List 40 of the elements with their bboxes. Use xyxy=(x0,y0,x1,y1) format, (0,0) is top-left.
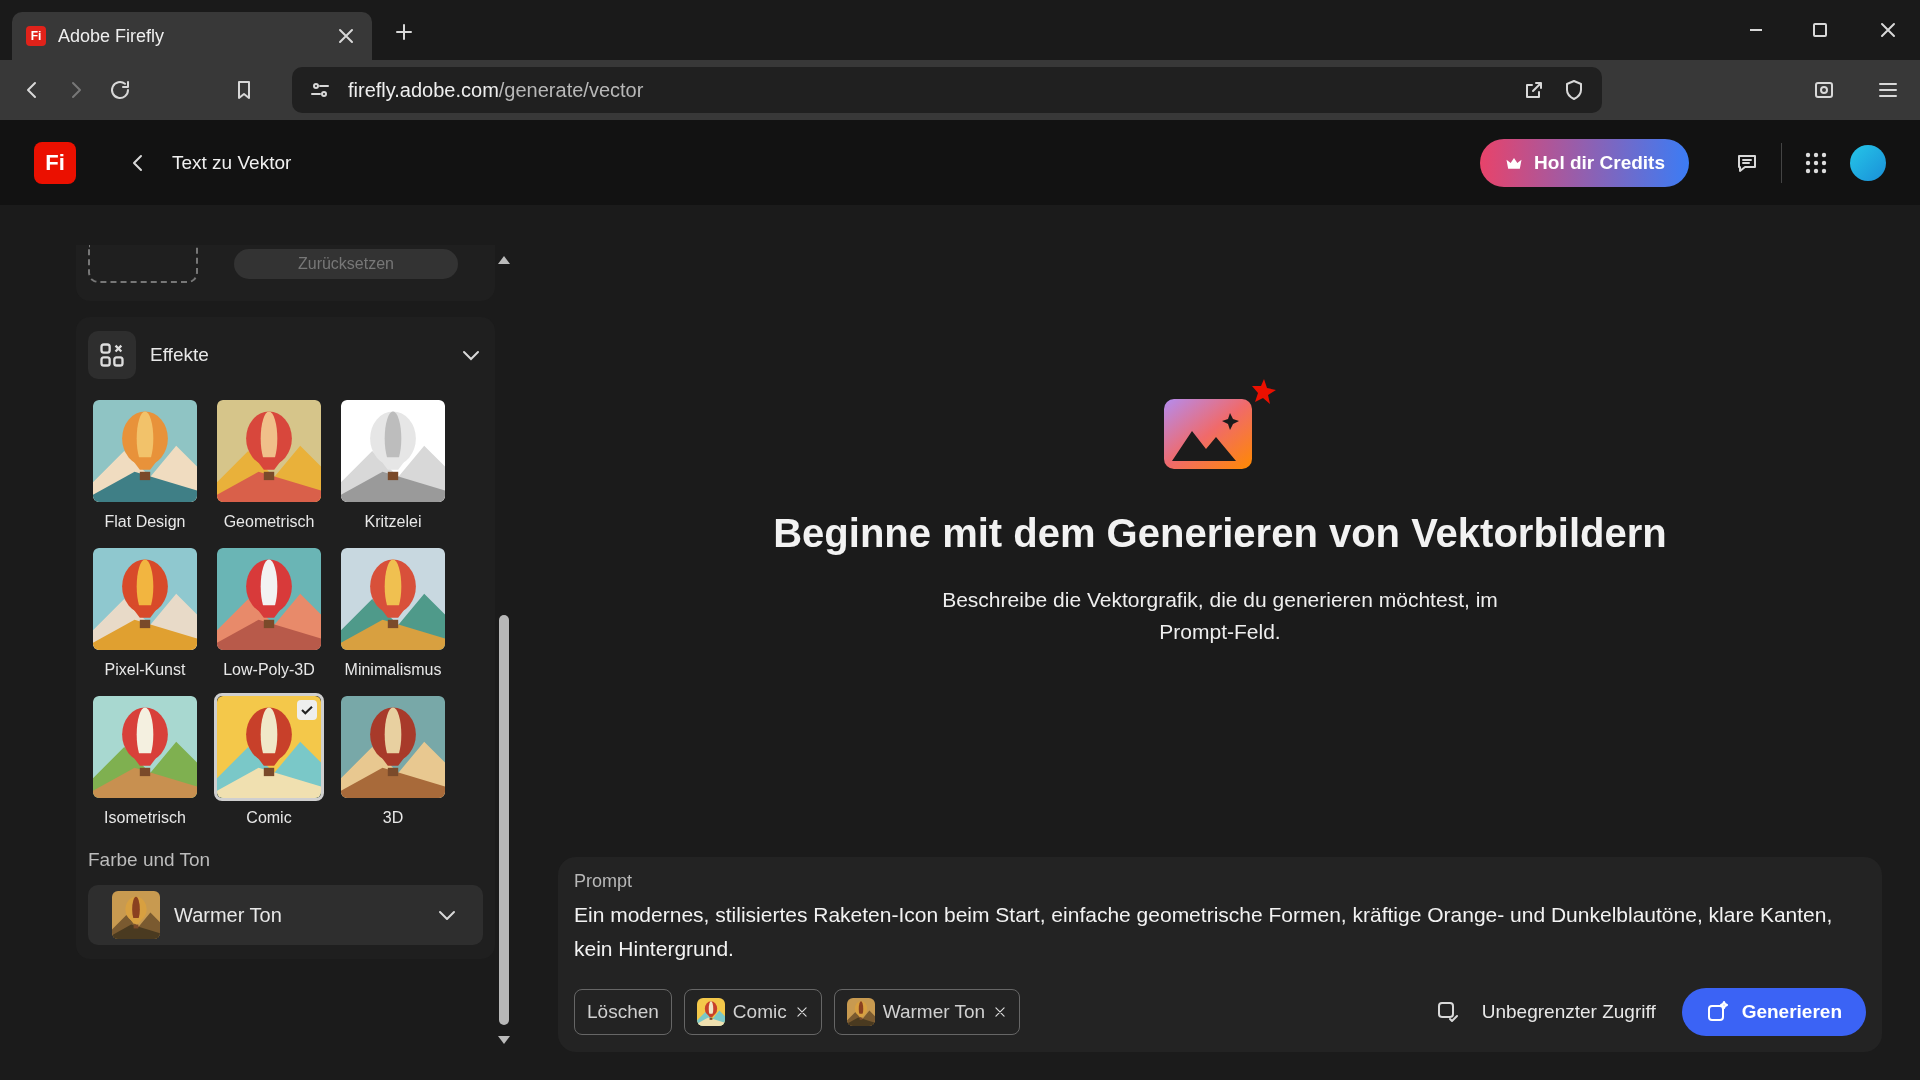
effect-option[interactable]: Geometrisch xyxy=(214,397,324,531)
check-icon xyxy=(297,700,317,720)
effect-option[interactable]: 3D xyxy=(338,693,448,827)
page-title: Text zu Vektor xyxy=(172,151,292,174)
reload-icon xyxy=(108,78,132,102)
app-logo[interactable]: Fi xyxy=(34,141,76,184)
generate-button[interactable]: Generieren xyxy=(1681,988,1866,1036)
section-title: Effekte xyxy=(150,344,210,366)
clear-button[interactable]: Löschen xyxy=(574,989,672,1035)
effects-icon xyxy=(88,331,136,379)
effect-option[interactable]: Pixel-Kunst xyxy=(90,545,200,679)
minimize-icon[interactable] xyxy=(1748,28,1764,32)
field-label: Prompt xyxy=(574,871,634,892)
apps-icon[interactable] xyxy=(1804,150,1828,175)
empty-state-text: Beschreibe die Vektorgrafik, die du generieren möchtest, im Prompt-Feld. xyxy=(941,587,1499,645)
effect-option[interactable]: Low-Poly-3D xyxy=(214,545,324,679)
style-tag[interactable]: Comic xyxy=(683,989,822,1035)
scroll-down-icon[interactable] xyxy=(497,1035,511,1045)
favicon-icon: Fi xyxy=(26,26,46,46)
avatar[interactable] xyxy=(1850,144,1886,181)
credits-button[interactable]: Hol dir Credits xyxy=(1480,138,1689,187)
scroll-up-icon[interactable] xyxy=(497,255,511,265)
tone-dropdown[interactable]: Warmer Ton xyxy=(88,885,483,945)
address-bar[interactable]: firefly.adobe.com/generate/vector xyxy=(292,67,1602,113)
dice-check-icon xyxy=(1435,1000,1460,1024)
remove-icon xyxy=(794,1005,809,1019)
scrollbar-thumb[interactable] xyxy=(499,615,509,1025)
field-label: Farbe und Ton xyxy=(88,849,212,871)
prompt-field[interactable]: Ein modernes, stilisiertes Raketen-Icon beim Start, einfache geometrische Formen, kräftige Orange- und Dunkelblautöne, klare Kanten, kein Hintergrund. xyxy=(574,898,1866,966)
effect-option[interactable]: Minimalismus xyxy=(338,545,448,679)
empty-state-heading: Beginne mit dem Generieren von Vektorbildern xyxy=(773,511,1667,556)
sparkle-image-icon xyxy=(1705,1000,1730,1024)
effect-option[interactable]: Isometrisch xyxy=(90,693,200,827)
upload-area[interactable] xyxy=(88,245,198,283)
browser-tab[interactable]: Fi Adobe Firefly xyxy=(12,12,372,60)
effect-option[interactable]: Flat Design xyxy=(90,397,200,531)
effect-option[interactable]: Kritzelei xyxy=(338,397,448,531)
style-tag[interactable]: Warmer Ton xyxy=(833,989,1021,1035)
remove-icon xyxy=(993,1005,1008,1019)
access-text: Unbegrenzter Zugriff xyxy=(1481,1001,1656,1023)
